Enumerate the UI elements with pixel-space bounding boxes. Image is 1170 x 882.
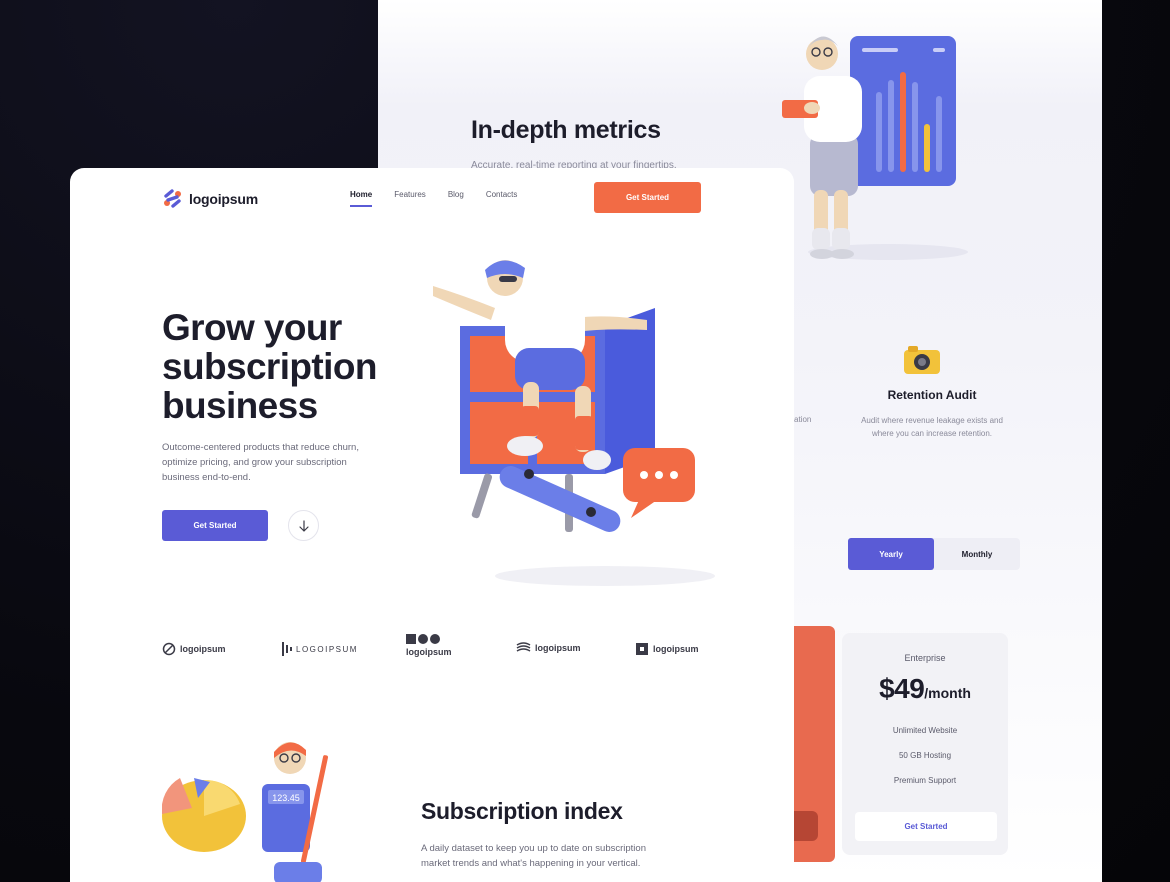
bars-icon: [282, 642, 292, 656]
partner-name: logoipsum: [180, 644, 226, 654]
main-nav: Home Features Blog Contacts: [350, 190, 517, 207]
header-get-started-button[interactable]: Get Started: [594, 182, 701, 213]
site-logo[interactable]: logoipsum: [162, 188, 258, 209]
nav-contacts[interactable]: Contacts: [486, 190, 518, 207]
partner-logo: logoipsum: [162, 642, 226, 656]
skater-illustration: [433, 260, 715, 586]
logo-text: logoipsum: [189, 190, 258, 207]
subscription-index-description: A daily dataset to keep you up to date o…: [421, 843, 646, 869]
partner-logo: logoipsum: [635, 642, 699, 656]
circle-slash-icon: [162, 642, 176, 656]
plan-get-started-button[interactable]: Get Started: [855, 812, 997, 841]
partner-logos: logoipsum LOGOIPSUM logoipsum logoipsum: [162, 634, 722, 664]
plan-feature: Premium Support: [893, 776, 957, 785]
front-page: logoipsum Home Features Blog Contacts Ge…: [70, 168, 794, 882]
price-amount: $49: [879, 673, 925, 704]
partner-name: logoipsum: [653, 644, 699, 654]
retention-audit-title: Retention Audit: [887, 388, 977, 402]
partner-name: LOGOIPSUM: [296, 644, 358, 654]
subscription-index-title: Subscription index: [421, 798, 623, 824]
logo-mark-icon: [164, 189, 181, 208]
toggle-monthly[interactable]: Monthly: [934, 538, 1020, 570]
plan-feature: 50 GB Hosting: [898, 751, 952, 760]
plan-name: Enterprise: [904, 653, 946, 663]
partner-logo: logoipsum: [516, 642, 581, 654]
nav-blog[interactable]: Blog: [448, 190, 464, 207]
calculator-person-illustration: 123.45: [162, 742, 328, 882]
partner-logo: LOGOIPSUM: [282, 642, 358, 656]
waves-icon: [516, 642, 531, 652]
hero-get-started-button[interactable]: Get Started: [162, 510, 268, 541]
shapes-icon: [406, 634, 440, 644]
camera-icon: [904, 346, 940, 374]
metrics-title: In-depth metrics: [471, 116, 661, 144]
arrow-down-icon: [298, 519, 309, 532]
pricing-card-enterprise: Enterprise $49 /month Unlimited Website …: [842, 633, 1008, 855]
nav-home[interactable]: Home: [350, 190, 373, 207]
toggle-yearly[interactable]: Yearly: [848, 538, 934, 570]
price-period: /month: [924, 685, 971, 701]
plan-price: $49 /month: [842, 673, 1008, 705]
partner-name: logoipsum: [535, 643, 581, 653]
square-logo-icon: [636, 643, 648, 655]
partner-name: logoipsum: [406, 647, 452, 657]
hero-description: Outcome-centered products that reduce ch…: [162, 442, 359, 483]
scroll-down-button[interactable]: [288, 510, 319, 541]
nav-features[interactable]: Features: [394, 190, 426, 207]
analyst-illustration: [782, 36, 968, 260]
hero-title: Grow your subscription business: [162, 307, 377, 426]
calculator-display: 123.45: [272, 793, 300, 803]
retention-audit-description: Audit where revenue leakage exists and w…: [861, 416, 1003, 438]
billing-toggle: Yearly Monthly: [848, 538, 1020, 570]
plan-feature: Unlimited Website: [892, 726, 958, 735]
partner-logo: logoipsum: [406, 634, 452, 657]
